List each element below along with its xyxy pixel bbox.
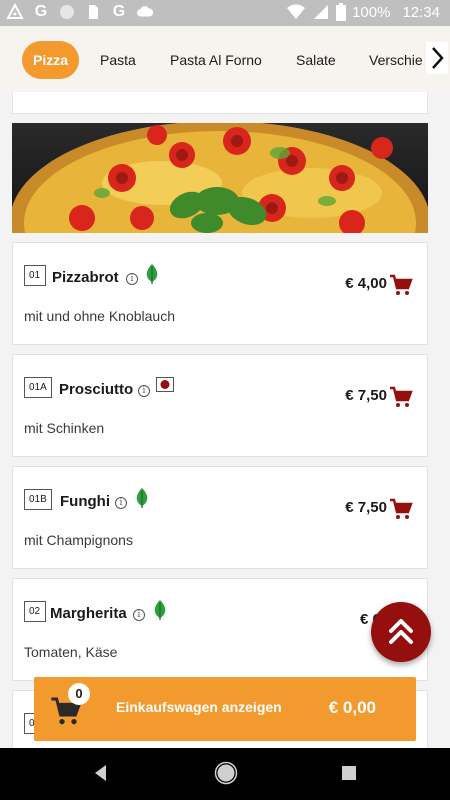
cloud-icon bbox=[136, 6, 154, 17]
google-icon: G bbox=[112, 3, 126, 20]
item-name: Funghi bbox=[60, 493, 110, 510]
tab-pasta-al-forno[interactable]: Pasta Al Forno bbox=[170, 41, 262, 79]
system-navigation-bar bbox=[0, 748, 450, 800]
wifi-icon bbox=[287, 4, 306, 19]
home-icon[interactable] bbox=[214, 761, 238, 785]
item-number: 01B bbox=[24, 489, 52, 510]
info-icon[interactable]: i bbox=[115, 497, 127, 509]
menu-item-card[interactable]: 01A Prosciutto i € 7,50 mit Schinken bbox=[12, 354, 428, 457]
battery-icon bbox=[336, 3, 347, 21]
view-cart-label: Einkaufswagen anzeigen bbox=[116, 699, 282, 715]
scroll-right-button[interactable] bbox=[426, 42, 448, 74]
scroll-to-top-button[interactable] bbox=[371, 602, 431, 662]
battery-percent: 100% bbox=[352, 3, 391, 21]
item-price: € 7,50 bbox=[345, 387, 387, 404]
tab-verschiedenes[interactable]: Verschie bbox=[369, 41, 423, 79]
cart-total: € 0,00 bbox=[328, 698, 376, 717]
tab-pizza[interactable]: Pizza bbox=[22, 41, 80, 79]
google-icon: G bbox=[34, 3, 48, 20]
signal-icon bbox=[314, 5, 329, 19]
system-icons: 100% 12:34 bbox=[286, 3, 440, 21]
item-description: mit Schinken bbox=[24, 420, 105, 436]
menu-item-card[interactable]: 01B Funghi i € 7,50 mit Champignons bbox=[12, 466, 428, 569]
tab-pasta[interactable]: Pasta bbox=[100, 41, 136, 79]
circle-icon bbox=[60, 5, 74, 19]
tab-salate[interactable]: Salate bbox=[296, 41, 336, 79]
cart-count-badge: 0 bbox=[68, 683, 90, 705]
chevron-right-icon bbox=[432, 47, 444, 69]
notification-icons: G G bbox=[6, 3, 154, 21]
item-description: mit Champignons bbox=[24, 532, 133, 548]
item-number: 02 bbox=[24, 601, 46, 622]
item-number: 01A bbox=[24, 377, 52, 398]
status-bar: G G 100% 12:34 bbox=[0, 0, 450, 26]
vegetarian-leaf-icon bbox=[146, 264, 158, 284]
item-description: Tomaten, Käse bbox=[24, 644, 118, 660]
vegetarian-leaf-icon bbox=[154, 600, 166, 620]
pizza-banner-image bbox=[12, 123, 428, 233]
recents-icon[interactable] bbox=[341, 765, 357, 781]
add-to-cart-icon[interactable] bbox=[389, 497, 413, 521]
view-cart-button[interactable]: 0 Einkaufswagen anzeigen € 0,00 bbox=[34, 677, 416, 741]
item-name: Prosciutto bbox=[59, 381, 134, 398]
add-to-cart-icon[interactable] bbox=[389, 385, 413, 409]
sim-icon bbox=[89, 5, 98, 19]
item-price: € 4,00 bbox=[345, 275, 387, 292]
double-chevron-up-icon bbox=[389, 619, 413, 644]
item-price: € 7,50 bbox=[345, 499, 387, 516]
info-icon[interactable]: i bbox=[133, 609, 145, 621]
item-name: Pizzabrot bbox=[52, 269, 119, 286]
info-icon[interactable]: i bbox=[138, 385, 150, 397]
item-description: mit und ohne Knoblauch bbox=[24, 308, 175, 324]
meat-icon bbox=[156, 377, 174, 392]
vegetarian-leaf-icon bbox=[136, 488, 148, 508]
clock: 12:34 bbox=[402, 3, 440, 21]
category-tabs: Pizza Pasta Pasta Al Forno Salate Versch… bbox=[0, 26, 450, 92]
info-icon[interactable]: i bbox=[126, 273, 138, 285]
item-name: Margherita bbox=[50, 605, 127, 622]
back-icon[interactable] bbox=[92, 762, 108, 784]
add-to-cart-icon[interactable] bbox=[389, 273, 413, 297]
triangle-icon bbox=[6, 3, 24, 19]
menu-item-card[interactable]: 01 Pizzabrot i € 4,00 mit und ohne Knobl… bbox=[12, 242, 428, 345]
item-number: 01 bbox=[24, 265, 46, 286]
previous-card bbox=[12, 92, 428, 114]
menu-item-card[interactable]: 02 Margherita i € 6, Tomaten, Käse bbox=[12, 578, 428, 681]
